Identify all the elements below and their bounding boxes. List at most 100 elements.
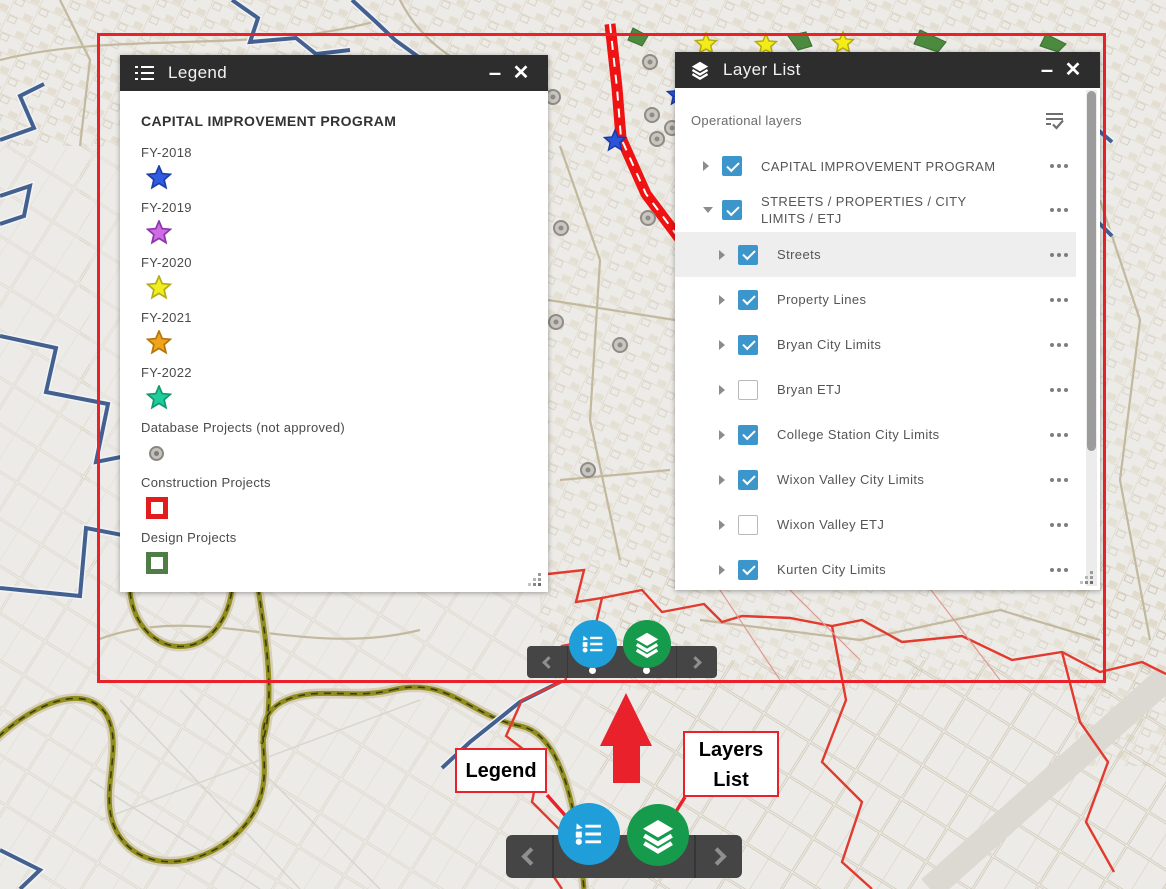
star-symbol-icon <box>146 165 172 191</box>
layer-list-scrollbar-thumb[interactable] <box>1087 91 1096 451</box>
legend-widget-button-lower[interactable] <box>558 803 620 865</box>
layer-options-menu[interactable] <box>1046 253 1068 257</box>
expand-arrow-icon[interactable] <box>719 430 729 440</box>
legend-icon <box>571 816 607 852</box>
legend-resize-handle[interactable] <box>528 573 541 586</box>
star-symbol-icon <box>146 220 172 246</box>
legend-item: Construction Projects <box>141 475 528 521</box>
star-symbol-icon <box>146 385 172 411</box>
legend-symbol <box>141 550 528 576</box>
layer-options-menu[interactable] <box>1046 164 1068 168</box>
layer-checkbox[interactable] <box>738 515 758 535</box>
layer-list-resize-handle[interactable] <box>1080 571 1093 584</box>
expand-arrow-icon[interactable] <box>719 475 729 485</box>
circle-symbol-icon <box>149 446 164 461</box>
legend-panel-header[interactable]: Legend – ✕ <box>120 55 548 91</box>
layer-checkbox[interactable] <box>722 200 742 220</box>
layer-label: College Station City Limits <box>777 426 1025 443</box>
legend-item: FY-2020 <box>141 255 528 301</box>
legend-symbol <box>141 495 528 521</box>
legend-icon <box>579 630 607 658</box>
layer-checkbox[interactable] <box>738 425 758 445</box>
legend-item-label: Construction Projects <box>141 475 528 490</box>
layer-row[interactable]: CAPITAL IMPROVEMENT PROGRAM <box>675 144 1076 188</box>
layer-options-menu[interactable] <box>1046 343 1068 347</box>
layers-callout-line2: List <box>685 765 777 795</box>
layer-row[interactable]: STREETS / PROPERTIES / CITY LIMITS / ETJ <box>675 188 1076 232</box>
legend-item: FY-2018 <box>141 145 528 191</box>
legend-widget-button-upper[interactable] <box>569 620 617 668</box>
expand-arrow-icon[interactable] <box>719 250 729 260</box>
toolbar-lower-next-button[interactable] <box>694 835 742 878</box>
toggle-all-layers-icon[interactable] <box>1042 108 1066 132</box>
layer-options-menu[interactable] <box>1046 478 1068 482</box>
layer-row[interactable]: Kurten City Limits <box>675 547 1076 590</box>
legend-icon <box>134 63 156 83</box>
layer-options-menu[interactable] <box>1046 523 1068 527</box>
layer-list-panel-header[interactable]: Layer List – ✕ <box>675 52 1100 88</box>
layer-checkbox[interactable] <box>738 290 758 310</box>
legend-item-label: FY-2021 <box>141 310 528 325</box>
layer-label: STREETS / PROPERTIES / CITY LIMITS / ETJ <box>761 193 1009 227</box>
layers-callout-line1: Layers <box>685 735 777 765</box>
layer-row[interactable]: Bryan ETJ <box>675 367 1076 412</box>
star-symbol-icon <box>146 330 172 356</box>
layer-options-menu[interactable] <box>1046 388 1068 392</box>
toolbar-upper-next-button[interactable] <box>676 646 717 678</box>
star-symbol-icon <box>146 275 172 301</box>
widget-toolbar-upper <box>527 646 717 678</box>
expand-arrow-icon[interactable] <box>719 295 729 305</box>
expand-arrow-icon[interactable] <box>719 565 729 575</box>
legend-items: FY-2018 FY-2019 FY-2020 FY-2021 <box>141 145 528 576</box>
layer-label: CAPITAL IMPROVEMENT PROGRAM <box>761 158 1009 175</box>
layer-checkbox[interactable] <box>738 380 758 400</box>
legend-panel: Legend – ✕ CAPITAL IMPROVEMENT PROGRAM F… <box>120 55 548 592</box>
square-symbol-icon <box>146 552 168 574</box>
layer-label: Streets <box>777 246 1025 263</box>
expand-arrow-icon[interactable] <box>703 207 713 213</box>
layer-options-menu[interactable] <box>1046 568 1068 572</box>
layer-options-menu[interactable] <box>1046 208 1068 212</box>
layer-list-minimize-button[interactable]: – <box>1034 53 1060 87</box>
layer-row[interactable]: Wixon Valley ETJ <box>675 502 1076 547</box>
legend-item: FY-2022 <box>141 365 528 411</box>
layer-list-scrollbar[interactable] <box>1086 90 1097 586</box>
legend-item-label: FY-2022 <box>141 365 528 380</box>
app-screen: Legend – ✕ CAPITAL IMPROVEMENT PROGRAM F… <box>0 0 1166 889</box>
legend-minimize-button[interactable]: – <box>482 56 508 90</box>
layers-widget-button-lower[interactable] <box>627 804 689 866</box>
layer-options-menu[interactable] <box>1046 298 1068 302</box>
layer-row[interactable]: Property Lines <box>675 277 1076 322</box>
layer-row[interactable]: College Station City Limits <box>675 412 1076 457</box>
layer-list-panel: Layer List – ✕ Operational layers CAPITA… <box>675 52 1100 590</box>
toolbar-lower-prev-button[interactable] <box>506 835 554 878</box>
layer-row[interactable]: Bryan City Limits <box>675 322 1076 367</box>
layer-checkbox[interactable] <box>738 335 758 355</box>
layer-options-menu[interactable] <box>1046 433 1068 437</box>
layers-widget-button-upper[interactable] <box>623 620 671 668</box>
legend-close-button[interactable]: ✕ <box>508 56 534 90</box>
toolbar-upper-prev-button[interactable] <box>527 646 568 678</box>
layer-checkbox[interactable] <box>738 245 758 265</box>
layers-icon <box>638 815 678 855</box>
legend-symbol <box>141 275 528 301</box>
legend-symbol <box>141 440 528 466</box>
legend-item-label: Design Projects <box>141 530 528 545</box>
layers-list-callout: Layers List <box>683 731 779 797</box>
layer-checkbox[interactable] <box>738 560 758 580</box>
layer-row[interactable]: Streets <box>675 232 1076 277</box>
layer-checkbox[interactable] <box>738 470 758 490</box>
square-symbol-icon <box>146 497 168 519</box>
layer-row[interactable]: Wixon Valley City Limits <box>675 457 1076 502</box>
legend-item-label: FY-2020 <box>141 255 528 270</box>
expand-arrow-icon[interactable] <box>719 340 729 350</box>
legend-item-label: Database Projects (not approved) <box>141 420 528 435</box>
expand-arrow-icon[interactable] <box>719 520 729 530</box>
operational-layers-label: Operational layers <box>691 113 1042 128</box>
layer-checkbox[interactable] <box>722 156 742 176</box>
layer-list-close-button[interactable]: ✕ <box>1060 53 1086 87</box>
layers-icon <box>689 59 711 81</box>
expand-arrow-icon[interactable] <box>719 385 729 395</box>
widget-toolbar-lower <box>506 835 742 878</box>
expand-arrow-icon[interactable] <box>703 161 713 171</box>
